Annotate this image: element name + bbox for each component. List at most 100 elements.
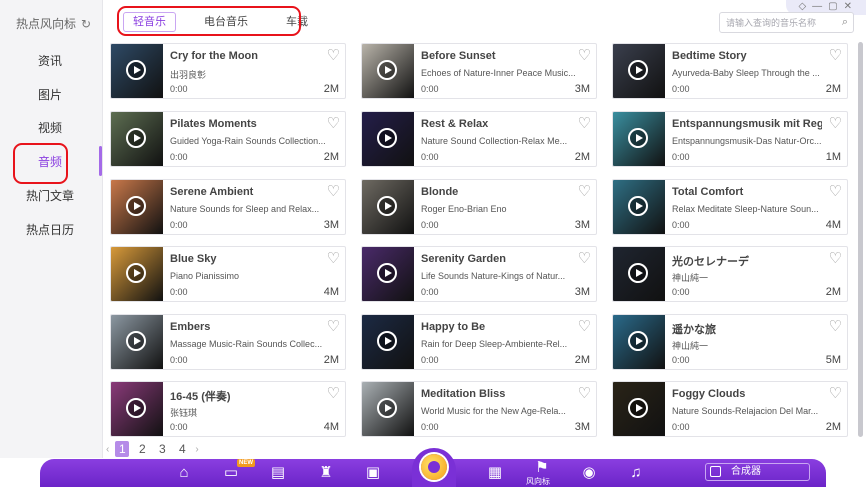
ticket-icon[interactable]: ▦ — [484, 462, 506, 484]
heart-icon[interactable]: ♡ — [578, 48, 591, 63]
track-artist: Massage Music-Rain Sounds Collec... — [170, 339, 323, 349]
track-card[interactable]: Happy to Be Rain for Deep Sleep-Ambiente-… — [361, 314, 597, 370]
track-card[interactable]: 光のセレナーデ 神山純一 0:00 2M ♡ — [612, 246, 848, 302]
track-title: 遥かな旅 — [672, 324, 716, 336]
track-size: 4M — [323, 421, 339, 433]
play-icon[interactable] — [126, 263, 146, 283]
track-title: Blonde — [421, 186, 459, 198]
home-icon[interactable]: ⌂ — [173, 462, 195, 484]
highlight-box-tabs — [117, 6, 301, 36]
heart-icon[interactable]: ♡ — [829, 386, 842, 401]
heart-icon[interactable]: ♡ — [327, 386, 340, 401]
track-card[interactable]: Before Sunset Echoes of Nature-Inner Peac… — [361, 43, 597, 99]
prev-page-icon[interactable]: ‹ — [106, 444, 109, 455]
play-icon[interactable] — [377, 331, 397, 351]
play-icon[interactable] — [126, 331, 146, 351]
track-title: Embers — [170, 321, 211, 333]
track-time: 0:00 — [421, 287, 439, 297]
synthesizer-checkbox-icon — [710, 466, 721, 477]
sidebar-item-hot-calendar[interactable]: 热点日历 — [0, 220, 100, 240]
heart-icon[interactable]: ♡ — [578, 386, 591, 401]
document-icon[interactable]: ▤ — [267, 462, 289, 484]
play-icon[interactable] — [126, 128, 146, 148]
play-icon[interactable] — [628, 331, 648, 351]
scrollbar-thumb[interactable] — [858, 42, 863, 437]
weibo-icon[interactable]: ◉ — [578, 462, 600, 484]
heart-icon[interactable]: ♡ — [578, 251, 591, 266]
page-1[interactable]: 1 — [115, 441, 130, 457]
play-icon[interactable] — [377, 60, 397, 80]
heart-icon[interactable]: ♡ — [327, 251, 340, 266]
track-title: Meditation Bliss — [421, 388, 506, 400]
heart-icon[interactable]: ♡ — [829, 319, 842, 334]
play-icon[interactable] — [126, 60, 146, 80]
search-input[interactable] — [720, 13, 830, 32]
clipboard-icon[interactable]: ▣ — [362, 462, 384, 484]
heart-icon[interactable]: ♡ — [829, 184, 842, 199]
track-title: Before Sunset — [421, 50, 496, 62]
heart-icon[interactable]: ♡ — [829, 116, 842, 131]
track-card[interactable]: Cry for the Moon 出羽良彰 0:00 2M ♡ — [110, 43, 346, 99]
track-card[interactable]: Embers Massage Music-Rain Sounds Collec..… — [110, 314, 346, 370]
track-size: 2M — [825, 421, 841, 433]
heart-icon[interactable]: ♡ — [327, 319, 340, 334]
heart-icon[interactable]: ♡ — [327, 48, 340, 63]
play-icon[interactable] — [126, 398, 146, 418]
play-icon[interactable] — [377, 128, 397, 148]
play-icon[interactable] — [377, 398, 397, 418]
page-4[interactable]: 4 — [175, 442, 189, 456]
play-icon[interactable] — [377, 196, 397, 216]
track-card[interactable]: 遥かな旅 神山純一 0:00 5M ♡ — [612, 314, 848, 370]
heart-icon[interactable]: ♡ — [578, 116, 591, 131]
track-card[interactable]: Serene Ambient Nature Sounds for Sleep an… — [110, 179, 346, 235]
play-icon[interactable] — [628, 128, 648, 148]
track-artist: Piano Pianissimo — [170, 271, 240, 281]
play-icon[interactable] — [377, 263, 397, 283]
refresh-icon[interactable]: ↻ — [81, 17, 91, 31]
money-bag-icon[interactable]: ♜ — [315, 462, 337, 484]
heart-icon[interactable]: ♡ — [327, 184, 340, 199]
track-artist: Relax Meditate Sleep-Nature Soun... — [672, 204, 819, 214]
track-card[interactable]: Rest & Relax Nature Sound Collection-Rela… — [361, 111, 597, 167]
heart-icon[interactable]: ♡ — [829, 251, 842, 266]
track-card[interactable]: Bedtime Story Ayurveda-Baby Sleep Through… — [612, 43, 848, 99]
play-icon[interactable] — [628, 398, 648, 418]
sidebar-item-images[interactable]: 图片 — [0, 85, 100, 105]
heart-icon[interactable]: ♡ — [327, 116, 340, 131]
next-page-icon[interactable]: › — [195, 444, 198, 455]
sidebar-item-hot-articles[interactable]: 热门文章 — [0, 186, 100, 206]
search-icon[interactable]: ⌕ — [842, 16, 848, 29]
play-icon[interactable] — [628, 196, 648, 216]
track-artist: Nature Sounds-Relajacion Del Mar... — [672, 406, 819, 416]
track-card[interactable]: Total Comfort Relax Meditate Sleep-Nature… — [612, 179, 848, 235]
track-title: 光のセレナーデ — [672, 256, 749, 268]
track-artist: Echoes of Nature-Inner Peace Music... — [421, 68, 576, 78]
track-title: Entspannungsmusik mit Reg... — [672, 118, 822, 130]
play-icon[interactable] — [628, 60, 648, 80]
new-badge: NEW — [237, 459, 255, 467]
play-icon[interactable] — [126, 196, 146, 216]
track-card[interactable]: Meditation Bliss World Music for the New … — [361, 381, 597, 437]
track-card[interactable]: Pilates Moments Guided Yoga-Rain Sounds C… — [110, 111, 346, 167]
app-logo-icon[interactable] — [421, 454, 447, 480]
heart-icon[interactable]: ♡ — [578, 319, 591, 334]
track-card[interactable]: 16-45 (伴奏) 张钰琪 0:00 4M ♡ — [110, 381, 346, 437]
track-card[interactable]: Blue Sky Piano Pianissimo 0:00 4M ♡ — [110, 246, 346, 302]
heart-icon[interactable]: ♡ — [578, 184, 591, 199]
pagination: ‹ 1 2 3 4 › — [106, 441, 199, 457]
synthesizer-button[interactable]: 合成器 — [705, 463, 810, 481]
track-card[interactable]: Blonde Roger Eno-Brian Eno 0:00 3M ♡ — [361, 179, 597, 235]
track-card[interactable]: Foggy Clouds Nature Sounds-Relajacion Del… — [612, 381, 848, 437]
sidebar-item-news[interactable]: 资讯 — [0, 51, 100, 71]
track-card[interactable]: Entspannungsmusik mit Reg... Entspannungs… — [612, 111, 848, 167]
page-3[interactable]: 3 — [155, 442, 169, 456]
heart-icon[interactable]: ♡ — [829, 48, 842, 63]
track-artist: Nature Sound Collection-Relax Me... — [421, 136, 568, 146]
music-icon[interactable]: ♫ — [625, 462, 647, 484]
sidebar-item-videos[interactable]: 视频 — [0, 118, 100, 138]
sidebar: 热点风向标 ↻ 资讯 图片 视频 音频 热门文章 热点日历 — [0, 0, 103, 458]
synthesizer-label: 合成器 — [731, 466, 761, 477]
track-card[interactable]: Serenity Garden Life Sounds Nature-Kings … — [361, 246, 597, 302]
page-2[interactable]: 2 — [135, 442, 149, 456]
play-icon[interactable] — [628, 263, 648, 283]
